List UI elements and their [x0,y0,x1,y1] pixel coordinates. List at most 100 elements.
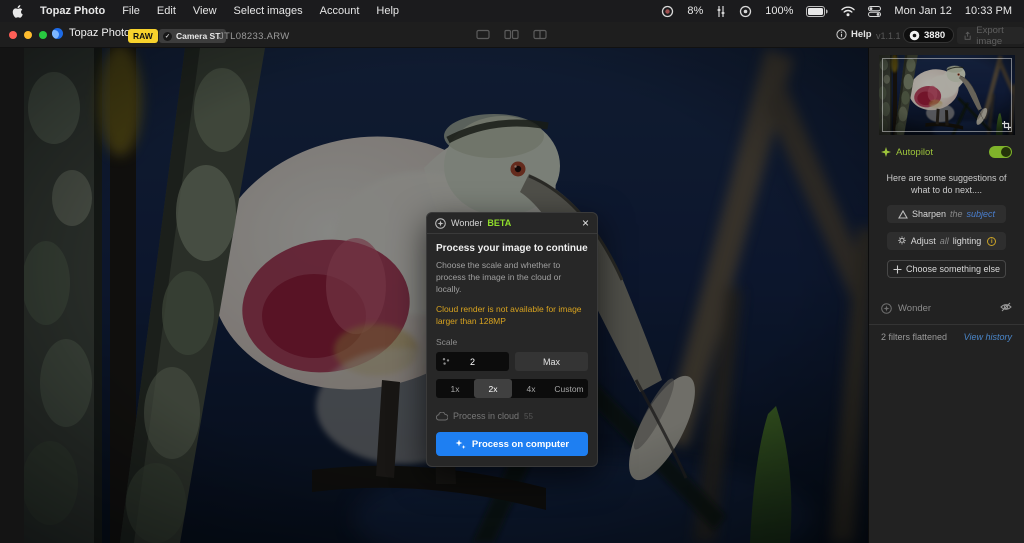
menu-app-name[interactable]: Topaz Photo [40,5,105,17]
autopilot-toggle[interactable] [989,146,1012,158]
export-image-button[interactable]: Export image [957,27,1024,44]
view-single-icon[interactable] [476,28,490,41]
record-status-icon[interactable] [661,5,674,18]
preset-4x[interactable]: 4x [512,379,550,398]
wonder-filter-row[interactable]: Wonder [881,302,1012,315]
sharpen-article: the [950,209,963,219]
dialog-description: Choose the scale and whether to process … [436,260,588,296]
sidebar-divider [869,324,1024,325]
suggestion-adjust-button[interactable]: Adjust all lighting i [887,232,1006,250]
help-button[interactable]: Help [836,29,872,40]
wonder-icon [881,303,892,314]
cloud-credit-cost: 55 [524,412,533,421]
app-version: v1.1.1 [876,31,901,41]
eye-off-icon[interactable] [1000,302,1012,315]
max-scale-button[interactable]: Max [515,352,588,371]
preset-2x[interactable]: 2x [474,379,512,398]
filters-status: 2 filters flattened [881,332,947,342]
wifi-icon[interactable] [841,6,855,17]
scale-value: 2 [470,357,475,367]
wonder-filter-label: Wonder [898,303,931,314]
computer-label: Process on computer [472,439,569,450]
navigator-thumbnail[interactable] [879,55,1015,135]
menu-select-images[interactable]: Select images [234,5,303,17]
export-icon [964,30,971,42]
dialog-heading: Process your image to continue [436,243,588,254]
view-history-link[interactable]: View history [964,332,1012,342]
topaz-photo-app: Topaz Photo File Edit View Select images… [0,0,1024,543]
play-circle-icon[interactable] [739,5,752,18]
menu-edit[interactable]: Edit [157,5,176,17]
beta-badge: BETA [487,218,511,228]
adjust-verb: Adjust [911,236,936,246]
dialog-title: Wonder [451,218,482,228]
view-side-by-side-icon[interactable] [504,28,519,41]
crop-icon[interactable] [1002,121,1011,132]
scale-value-button[interactable]: 2 [436,352,509,371]
sharpen-target: subject [967,209,996,219]
view-split-icon[interactable] [533,28,547,41]
scale-controls: 2 Max [436,352,588,371]
control-center-icon[interactable] [868,6,881,17]
wonder-icon [435,218,446,229]
adjust-scope: all [940,236,949,246]
filters-status-row: 2 filters flattened View history [881,332,1012,342]
viewport-rect[interactable] [882,58,1012,132]
lamp-icon [897,236,907,246]
suggestion-sharpen-button[interactable]: Sharpen the subject [887,205,1006,223]
volume-percent[interactable]: 100% [765,5,793,17]
topaz-logo-icon [52,28,63,39]
cloud-icon [436,412,448,421]
open-filename: JTL08233.ARW [219,31,290,42]
menu-time[interactable]: 10:33 PM [965,5,1012,17]
close-window-button[interactable] [9,31,17,39]
menu-help[interactable]: Help [376,5,399,17]
autopilot-row: Autopilot [881,146,1012,158]
device-battery-percent[interactable]: 8% [687,5,703,17]
dialog-body: Process your image to continue Choose th… [427,234,597,466]
credits-icon [909,30,920,41]
sharpen-icon [898,210,908,219]
adjust-info-icon[interactable]: i [987,237,996,246]
sliders-icon[interactable] [716,5,726,18]
sharpen-verb: Sharpen [912,209,946,219]
menu-view[interactable]: View [193,5,217,17]
choose-label: Choose something else [906,264,1000,274]
credits-count: 3880 [924,30,945,41]
app-title-bar: Topaz Photo RAW ✓ Camera ST JTL08233.ARW… [0,22,1024,48]
menu-account[interactable]: Account [320,5,360,17]
apple-icon[interactable] [12,5,23,18]
sparkles-icon [455,439,466,450]
suggestions-intro: Here are some suggestions of what to do … [877,172,1016,196]
scale-icon [442,357,450,368]
macos-menu-bar: Topaz Photo File Edit View Select images… [0,0,1024,22]
camera-profile-icon: ✓ [163,32,172,41]
autopilot-star-icon [881,147,891,157]
app-title: Topaz Photo [69,27,130,39]
dialog-header: Wonder BETA × [427,213,597,234]
cloud-label: Process in cloud [453,411,519,421]
preset-1x[interactable]: 1x [436,379,474,398]
close-icon[interactable]: × [582,217,589,229]
credits-pill[interactable]: 3880 [903,27,954,43]
toggle-knob [1001,147,1011,157]
menu-file[interactable]: File [122,5,140,17]
info-icon [836,29,847,40]
zoom-window-button[interactable] [39,31,47,39]
scale-presets: 1x 2x 4x Custom [436,379,588,398]
menu-date[interactable]: Mon Jan 12 [894,5,951,17]
cloud-warning: Cloud render is not available for image … [436,304,588,328]
scale-label: Scale [436,337,588,347]
battery-icon[interactable] [806,6,828,17]
preset-custom[interactable]: Custom [550,379,588,398]
adjust-target: lighting [953,236,982,246]
minimize-window-button[interactable] [24,31,32,39]
export-label: Export image [976,25,1017,47]
process-on-computer-button[interactable]: Process on computer [436,432,588,456]
autopilot-label: Autopilot [896,147,933,158]
camera-profile-label: Camera ST [176,31,220,41]
process-in-cloud-button[interactable]: Process in cloud 55 [436,411,588,421]
choose-something-else-button[interactable]: Choose something else [887,260,1006,278]
camera-profile-badge[interactable]: ✓ Camera ST [159,29,226,43]
plus-icon [893,265,902,274]
